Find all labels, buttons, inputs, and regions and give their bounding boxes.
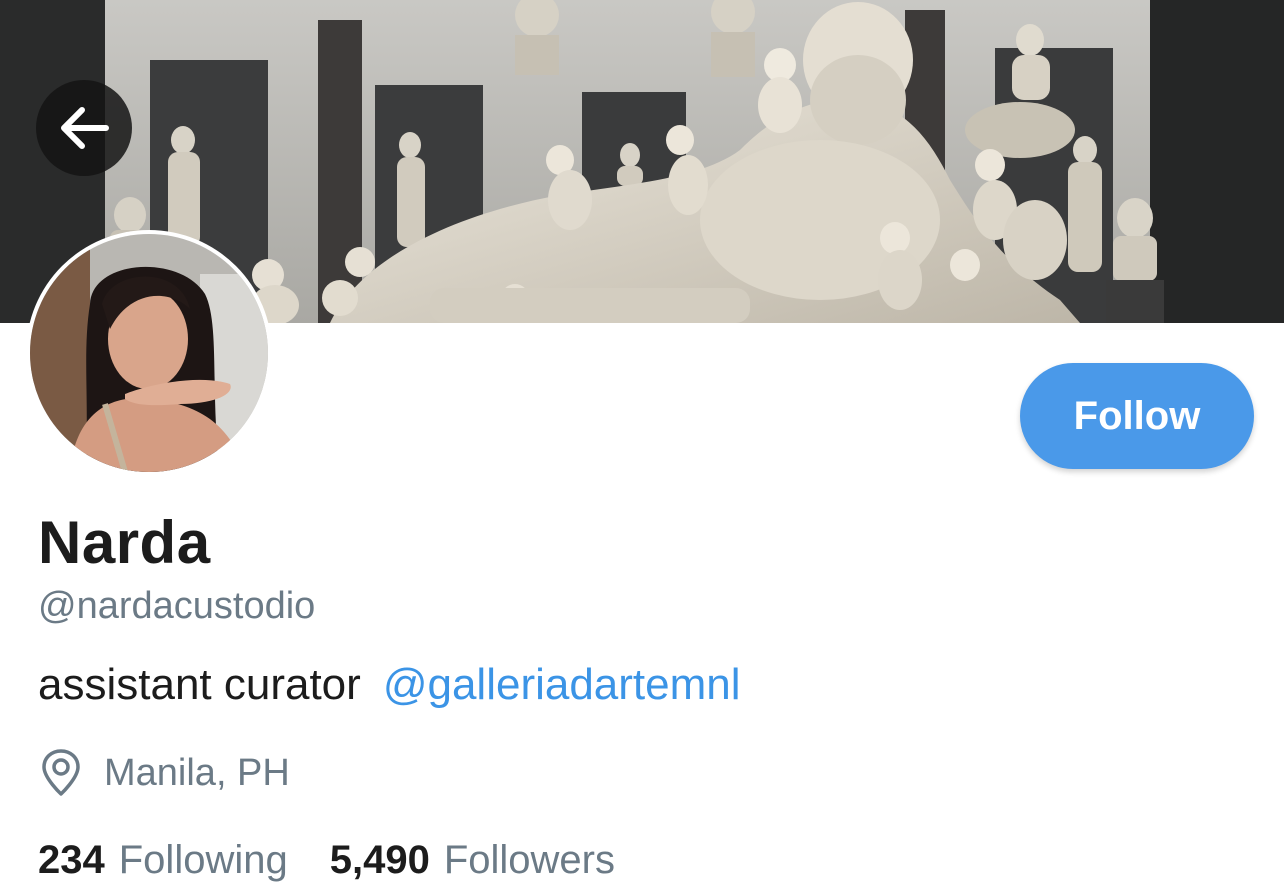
- bio-text: assistant curator: [38, 660, 361, 709]
- arrow-left-icon: [61, 107, 109, 149]
- profile-stats: 234 Following 5,490 Followers: [38, 838, 615, 883]
- follow-button[interactable]: Follow: [1020, 363, 1254, 469]
- following-label: Following: [118, 838, 288, 882]
- profile-page: Follow Narda @nardacustodio assistant cu…: [0, 0, 1284, 896]
- display-name: Narda: [38, 509, 211, 576]
- following-count: 234: [38, 838, 105, 882]
- avatar[interactable]: [26, 230, 272, 476]
- location-text: Manila, PH: [104, 751, 290, 794]
- profile-location: Manila, PH: [38, 748, 290, 798]
- followers-label: Followers: [443, 838, 615, 882]
- followers-stat[interactable]: 5,490 Followers: [330, 838, 615, 883]
- profile-bio: assistant curator @galleriadartemnl: [38, 660, 741, 710]
- back-button[interactable]: [36, 80, 132, 176]
- followers-count: 5,490: [329, 838, 430, 882]
- location-pin-icon: [42, 749, 80, 796]
- following-stat[interactable]: 234 Following: [38, 838, 288, 883]
- avatar-photo: [30, 234, 268, 472]
- profile-handle: @nardacustodio: [38, 585, 316, 627]
- bio-mention-link[interactable]: @galleriadartemnl: [383, 660, 741, 709]
